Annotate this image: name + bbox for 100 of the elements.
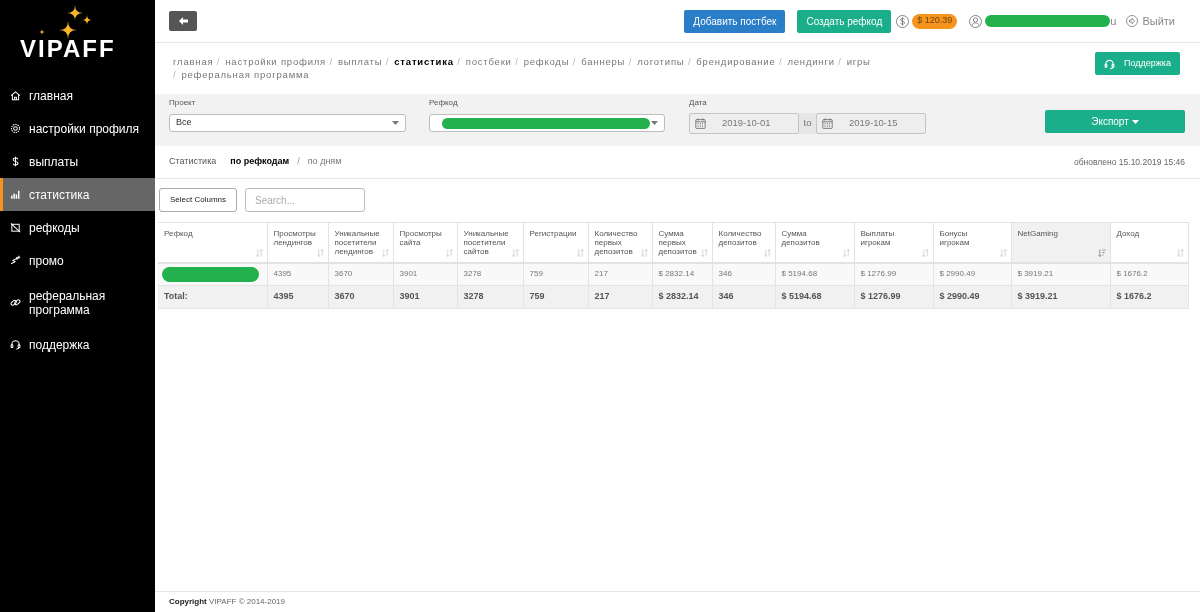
arrow-left-icon xyxy=(178,17,188,25)
breadcrumb-link[interactable]: главная xyxy=(173,56,214,67)
refcode-select[interactable] xyxy=(429,114,665,132)
field-label: Дата xyxy=(689,98,708,108)
dollar-icon xyxy=(10,156,21,167)
date-to-field[interactable]: 2019-10-15 xyxy=(816,113,926,134)
caret-icon xyxy=(651,121,658,125)
copyright-text: Copyright VIPAFF © 2014-2019 xyxy=(169,596,285,608)
breadcrumb-link[interactable]: постбеки xyxy=(465,56,512,67)
section-title: Статистика xyxy=(169,155,217,169)
calendar-icon xyxy=(695,118,706,129)
calendar-icon xyxy=(822,118,833,129)
sidebar-item[interactable]: статистика xyxy=(0,178,155,211)
breadcrumb-link[interactable]: лендинги xyxy=(787,56,835,67)
view-tab[interactable]: по дням xyxy=(307,155,342,169)
dollar-circle-icon xyxy=(896,14,910,28)
column-header[interactable]: Бонусы игрокам xyxy=(933,222,1011,263)
breadcrumb-separator: / xyxy=(687,56,692,67)
breadcrumb-link[interactable]: логотипы xyxy=(637,56,685,67)
column-header[interactable]: Количество депозитов xyxy=(712,222,775,263)
breadcrumb-separator: / xyxy=(838,56,842,67)
logo: VIPAFF xyxy=(20,40,116,58)
column-header[interactable]: Уникальные посетители лендингов xyxy=(328,222,393,263)
bar-chart-icon xyxy=(10,189,21,200)
column-header[interactable]: Просмотры лендингов xyxy=(267,222,328,263)
table-cell: Total: xyxy=(158,285,267,309)
breadcrumb-separator: / xyxy=(572,56,577,67)
view-tab[interactable]: по рефкодам xyxy=(230,155,290,169)
sidebar-item[interactable]: рефкоды xyxy=(0,211,155,244)
sort-arrows-icon xyxy=(763,248,771,257)
caret-icon xyxy=(1131,119,1139,124)
column-header[interactable]: NetGaming xyxy=(1011,222,1110,263)
column-header[interactable]: Доход xyxy=(1110,222,1188,263)
breadcrumb-separator: / xyxy=(515,56,519,67)
breadcrumb-link[interactable]: настройки профиля xyxy=(225,56,327,67)
sort-arrows-icon xyxy=(445,248,453,257)
sort-arrows-icon xyxy=(316,248,324,257)
breadcrumb-separator: / xyxy=(216,56,221,67)
column-header[interactable]: Уникальные посетители сайтов xyxy=(457,222,523,263)
column-header[interactable]: Сумма первых депозитов xyxy=(652,222,712,263)
home-icon xyxy=(10,90,21,101)
back-button[interactable] xyxy=(169,11,197,31)
crossed-square-icon xyxy=(10,222,21,233)
date-range-separator: to xyxy=(799,113,816,134)
breadcrumb-link[interactable]: игры xyxy=(846,56,871,67)
sort-arrows-icon xyxy=(1176,248,1184,257)
logout-link[interactable]: Выйти xyxy=(1126,12,1175,30)
link-icon xyxy=(10,297,21,308)
user-icon xyxy=(969,14,983,28)
add-postback-button[interactable]: Добавить постбек xyxy=(684,9,786,33)
sidebar-item[interactable]: поддержка xyxy=(0,328,155,361)
breadcrumb-link[interactable]: выплаты xyxy=(337,56,383,67)
breadcrumb-link[interactable]: реферальная программа xyxy=(181,69,310,80)
view-separator: / xyxy=(297,155,300,169)
sort-arrows-icon xyxy=(640,248,648,257)
breadcrumb-separator: / xyxy=(385,56,390,67)
sidebar-item[interactable]: выплаты xyxy=(0,145,155,178)
user-email: u xyxy=(1110,13,1117,29)
column-header[interactable]: Регистрации xyxy=(523,222,588,263)
breadcrumb-link[interactable]: статистика xyxy=(394,56,454,67)
column-header[interactable]: Количество первых депозитов xyxy=(588,222,652,263)
sort-arrows-icon xyxy=(381,248,389,257)
headset-icon xyxy=(10,339,21,350)
sort-arrows-icon xyxy=(921,248,929,257)
sidebar-item[interactable]: промо xyxy=(0,244,155,277)
column-header[interactable]: Сумма депозитов xyxy=(775,222,854,263)
column-header[interactable]: Выплаты игрокам xyxy=(854,222,933,263)
breadcrumb-separator: / xyxy=(173,69,177,80)
sidebar-item[interactable]: главная xyxy=(0,79,155,112)
breadcrumb-link[interactable]: рефкоды xyxy=(523,56,570,67)
field-label: Проект xyxy=(169,98,197,108)
gear-icon xyxy=(10,123,21,134)
search-field[interactable]: Search... xyxy=(245,188,365,212)
sort-arrows-icon xyxy=(576,248,584,257)
caret-icon xyxy=(392,121,399,125)
breadcrumb-link[interactable]: баннеры xyxy=(581,56,626,67)
arrow-plus-icon xyxy=(10,255,21,266)
sort-arrows-icon xyxy=(999,248,1007,257)
sidebar-item[interactable]: реферальная программа xyxy=(0,277,155,328)
logout-icon xyxy=(1126,15,1139,27)
sort-descending-icon xyxy=(1097,248,1106,257)
sort-arrows-icon xyxy=(700,248,708,257)
sidebar-item[interactable]: настройки профиля xyxy=(0,112,155,145)
sort-arrows-icon xyxy=(511,248,519,257)
breadcrumb-link[interactable]: брендирование xyxy=(696,56,776,67)
sort-arrows-icon xyxy=(255,248,263,257)
updated-time: обновлено 15.10.2019 15:46 xyxy=(1074,155,1185,169)
breadcrumb-separator: / xyxy=(778,56,783,67)
project-select[interactable]: Все xyxy=(169,114,406,132)
select-columns-button[interactable]: Select Columns xyxy=(159,188,237,212)
field-label: Рефкод xyxy=(429,98,459,108)
column-header[interactable]: Просмотры сайта xyxy=(393,222,457,263)
breadcrumb-separator: / xyxy=(329,56,333,67)
breadcrumb-separator: / xyxy=(628,56,633,67)
sort-arrows-icon xyxy=(842,248,850,257)
column-header[interactable]: Рефкод xyxy=(158,222,267,263)
balance-badge: $ 120.39 xyxy=(912,13,958,29)
date-from-field[interactable]: 2019-10-01 xyxy=(689,113,799,134)
breadcrumb-separator: / xyxy=(457,56,461,67)
headset-icon xyxy=(1104,57,1115,70)
